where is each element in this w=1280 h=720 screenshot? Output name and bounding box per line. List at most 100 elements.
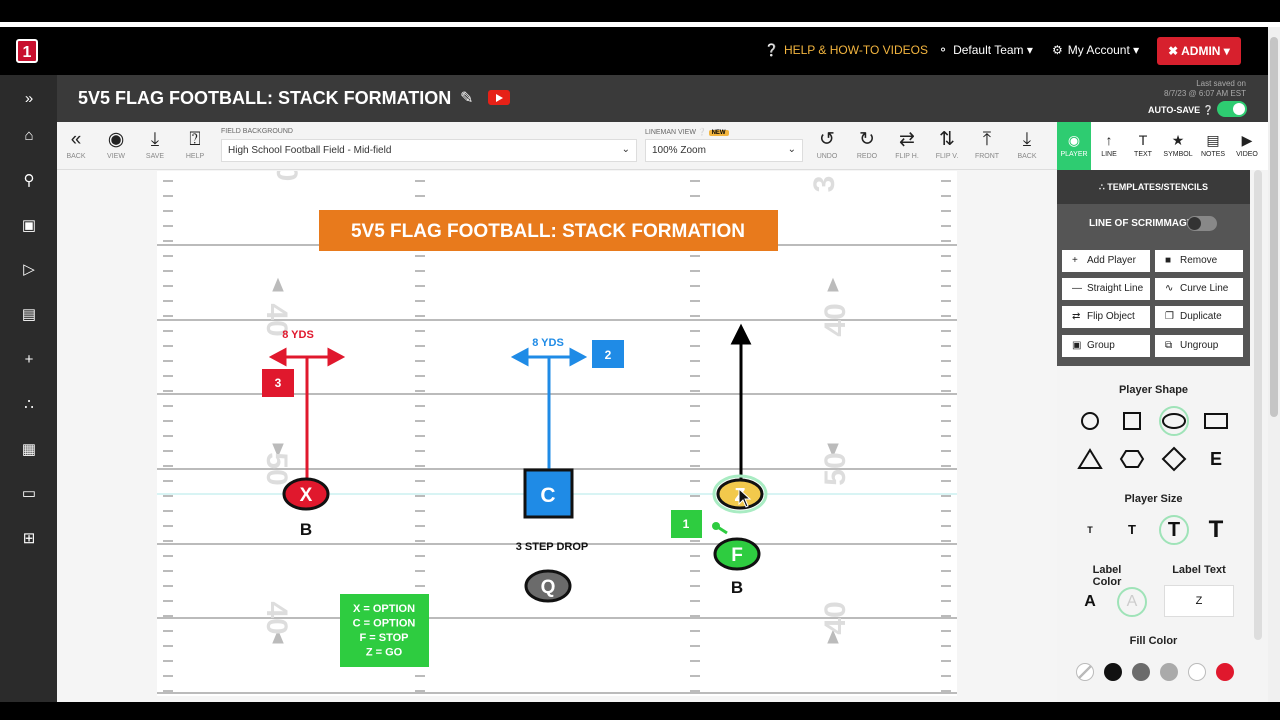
player-x-label: B bbox=[300, 520, 312, 539]
player-size-heading: Player Size bbox=[1124, 493, 1183, 505]
expand-sidebar-icon[interactable]: » bbox=[18, 88, 40, 110]
home-icon[interactable]: ⌂ bbox=[18, 125, 40, 147]
grid-icon[interactable]: ▦ bbox=[18, 439, 40, 461]
help-button[interactable]: ⍰ HELP bbox=[177, 128, 213, 160]
tab-video[interactable]: ▶ VIDEO bbox=[1230, 122, 1264, 170]
tab-player[interactable]: ◉ PLAYER bbox=[1057, 122, 1091, 170]
c-route[interactable] bbox=[510, 347, 588, 471]
fill-white-swatch[interactable] bbox=[1188, 663, 1206, 681]
tab-text[interactable]: T TEXT bbox=[1126, 122, 1160, 170]
page-scrollbar[interactable] bbox=[1268, 27, 1280, 702]
size-xlarge-option[interactable]: T bbox=[1201, 515, 1231, 545]
add-player-button[interactable]: + Add Player bbox=[1062, 250, 1150, 272]
group-button[interactable]: ▣ Group bbox=[1062, 335, 1150, 357]
shape-square-option[interactable] bbox=[1117, 406, 1147, 436]
duplicate-button[interactable]: ❐ Duplicate bbox=[1155, 306, 1243, 328]
f-route-handle[interactable] bbox=[712, 522, 720, 530]
shape-circle-option[interactable] bbox=[1075, 406, 1105, 436]
plus-icon[interactable]: + bbox=[18, 349, 40, 371]
label-text-input[interactable]: Z bbox=[1164, 585, 1234, 617]
shape-diamond-option[interactable] bbox=[1159, 444, 1189, 474]
fill-red-swatch[interactable] bbox=[1216, 663, 1234, 681]
send-back-button[interactable]: ⤓ BACK bbox=[1009, 128, 1045, 160]
table-icon[interactable]: ⊞ bbox=[18, 528, 40, 550]
bring-front-button[interactable]: ⤒ FRONT bbox=[969, 128, 1005, 160]
x-route-label: 8 YDS bbox=[282, 329, 314, 341]
flip-horizontal-button[interactable]: ⇄ FLIP H. bbox=[889, 128, 925, 160]
ungroup-button[interactable]: ⧉ Ungroup bbox=[1155, 335, 1243, 357]
fill-dark-gray-swatch[interactable] bbox=[1132, 663, 1150, 681]
flip-horizontal-icon: ⇄ bbox=[899, 129, 915, 150]
field-background-select[interactable]: High School Football Field - Mid-field ⌄ bbox=[221, 139, 637, 162]
remove-button[interactable]: ■ Remove bbox=[1155, 250, 1243, 272]
flip-object-button[interactable]: ⇄ Flip Object bbox=[1062, 306, 1150, 328]
shape-triangle-option[interactable] bbox=[1075, 444, 1105, 474]
help-link-label: HELP & HOW-TO VIDEOS bbox=[783, 43, 928, 57]
tab-notes[interactable]: ▤ NOTES bbox=[1196, 122, 1230, 170]
shape-rectangle-option[interactable] bbox=[1201, 406, 1231, 436]
z-route[interactable] bbox=[730, 323, 752, 481]
bottom-black-bar bbox=[0, 702, 1280, 720]
shape-ellipse-option[interactable] bbox=[1159, 406, 1189, 436]
yard-number-right-40-bottom: 40 bbox=[819, 601, 852, 634]
label-color-black-option[interactable]: A bbox=[1075, 587, 1105, 617]
tab-text-label: TEXT bbox=[1134, 151, 1152, 158]
scrollbar-thumb[interactable] bbox=[1270, 37, 1278, 417]
football-field[interactable]: 0 3 40 40 50 50 40 40 5V5 FLAG FOOTBALL:… bbox=[157, 171, 957, 696]
video-camera-icon[interactable]: ▷ bbox=[18, 259, 40, 281]
right-panel: ◉ PLAYER ↑ LINE T TEXT ★ SYMBOL ▤ NOTES ▶ VIDE… bbox=[1057, 122, 1268, 702]
line-of-scrimmage-toggle[interactable] bbox=[1187, 216, 1217, 231]
size-small-option[interactable]: T bbox=[1075, 515, 1105, 545]
autosave-toggle[interactable] bbox=[1217, 101, 1247, 117]
redo-button[interactable]: ↻ REDO bbox=[849, 128, 885, 160]
templates-button[interactable]: ∴ TEMPLATES/STENCILS bbox=[1057, 170, 1250, 204]
account-dropdown[interactable]: ⚙ My Account ▾ bbox=[1052, 43, 1139, 57]
player-c-text: C bbox=[540, 484, 555, 507]
playbook-icon[interactable]: ▣ bbox=[18, 215, 40, 237]
label-color-white-option[interactable]: A bbox=[1117, 587, 1147, 617]
youtube-icon[interactable] bbox=[488, 90, 510, 105]
arrow-up-icon: ⤒ bbox=[982, 129, 992, 150]
label-text-heading: Label Text bbox=[1172, 564, 1226, 576]
help-link[interactable]: ❔ HELP & HOW-TO VIDEOS bbox=[764, 43, 928, 57]
play-title: 5V5 FLAG FOOTBALL: STACK FORMATION bbox=[78, 88, 452, 108]
tab-video-label: VIDEO bbox=[1236, 151, 1258, 158]
group-label: Group bbox=[1087, 340, 1115, 351]
shape-letter-option[interactable]: E bbox=[1201, 444, 1231, 474]
curve-line-button[interactable]: ∿ Curve Line bbox=[1155, 278, 1243, 300]
edit-title-icon[interactable]: ✎ bbox=[460, 88, 473, 108]
templates-label: TEMPLATES/STENCILS bbox=[1107, 182, 1209, 192]
autosave-text: AUTO-SAVE bbox=[1148, 105, 1201, 115]
fill-light-gray-swatch[interactable] bbox=[1160, 663, 1178, 681]
app-logo[interactable]: 1 bbox=[16, 39, 38, 63]
rectangle-icon bbox=[1204, 413, 1228, 429]
save-button[interactable]: ⤓ SAVE bbox=[137, 128, 173, 160]
ungroup-icon: ⧉ bbox=[1165, 340, 1173, 351]
panel-scrollbar[interactable] bbox=[1254, 170, 1262, 640]
formation-icon[interactable]: ∴ bbox=[18, 394, 40, 416]
flip-vertical-button[interactable]: ⇅ FLIP V. bbox=[929, 128, 965, 160]
c-note-text: 3 STEP DROP bbox=[516, 541, 589, 553]
document-icon[interactable]: ▤ bbox=[18, 304, 40, 326]
undo-button[interactable]: ↺ UNDO bbox=[809, 128, 845, 160]
x-route-arrow-right bbox=[327, 347, 346, 367]
remove-label: Remove bbox=[1180, 255, 1218, 266]
straight-line-button[interactable]: — Straight Line bbox=[1062, 278, 1150, 300]
question-circle-icon: ❔ bbox=[697, 129, 707, 136]
back-button[interactable]: « BACK bbox=[58, 128, 94, 160]
arrow-up-icon: ↑ bbox=[1105, 132, 1113, 148]
lineman-view-select[interactable]: 100% Zoom ⌄ bbox=[645, 139, 803, 162]
view-button[interactable]: ◉ VIEW bbox=[98, 128, 134, 160]
tab-symbol[interactable]: ★ SYMBOL bbox=[1161, 122, 1195, 170]
fill-black-swatch[interactable] bbox=[1104, 663, 1122, 681]
team-dropdown[interactable]: ⚬ Default Team ▾ bbox=[938, 43, 1033, 57]
size-medium-option[interactable]: T bbox=[1117, 515, 1147, 545]
search-icon[interactable]: ⚲ bbox=[18, 170, 40, 192]
tab-line[interactable]: ↑ LINE bbox=[1092, 122, 1126, 170]
fill-none-swatch[interactable] bbox=[1076, 663, 1094, 681]
wristband-icon[interactable]: ▭ bbox=[18, 483, 40, 505]
size-large-option[interactable]: T bbox=[1159, 515, 1189, 545]
shape-hexagon-option[interactable] bbox=[1117, 444, 1147, 474]
question-circle-icon: ⍰ bbox=[189, 129, 201, 150]
admin-button[interactable]: ✖ ADMIN ▾ bbox=[1157, 37, 1241, 65]
